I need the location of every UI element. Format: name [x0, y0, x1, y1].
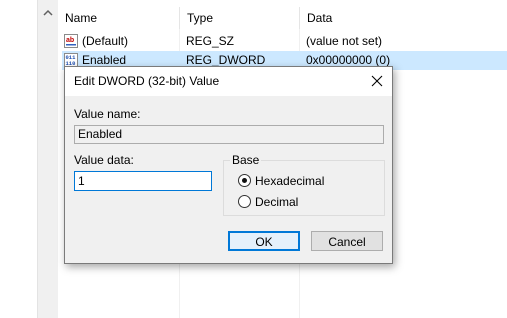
dialog-titlebar[interactable]: Edit DWORD (32-bit) Value — [65, 67, 392, 96]
radio-selected-icon[interactable] — [238, 174, 251, 187]
value-name-label: Value name: — [74, 107, 141, 121]
string-value-icon: ab — [64, 34, 78, 48]
tree-scrollbar[interactable] — [37, 0, 59, 318]
svg-text:ab: ab — [66, 37, 74, 44]
ok-button[interactable]: OK — [228, 231, 300, 251]
column-header-name[interactable]: Name — [58, 7, 180, 29]
edit-dword-dialog: Edit DWORD (32-bit) Value Value name: En… — [64, 66, 393, 264]
scroll-up-arrow-icon[interactable] — [42, 8, 54, 18]
column-header-type[interactable]: Type — [180, 7, 300, 29]
value-data: (value not set) — [306, 34, 383, 48]
base-label: Base — [230, 153, 262, 167]
column-header-data[interactable]: Data — [300, 7, 507, 29]
value-data-input[interactable] — [74, 171, 212, 191]
radio-hexadecimal-label[interactable]: Hexadecimal — [255, 173, 324, 189]
value-name: (Default) — [82, 34, 129, 48]
value-name-field: Enabled — [74, 125, 384, 144]
close-icon[interactable] — [366, 71, 388, 91]
cancel-button[interactable]: Cancel — [311, 231, 383, 251]
list-row-default[interactable]: ab (Default) REG_SZ (value not set) — [62, 32, 507, 51]
radio-decimal-label[interactable]: Decimal — [255, 194, 298, 210]
value-data-label: Value data: — [74, 153, 134, 167]
radio-unselected-icon[interactable] — [238, 195, 251, 208]
key-tree-pane[interactable] — [0, 0, 37, 318]
binary-value-icon: 011 110 — [64, 53, 78, 67]
value-type: REG_SZ — [186, 34, 235, 48]
base-groupbox: Base Hexadecimal Decimal — [223, 153, 385, 216]
dialog-title: Edit DWORD (32-bit) Value — [74, 74, 220, 88]
